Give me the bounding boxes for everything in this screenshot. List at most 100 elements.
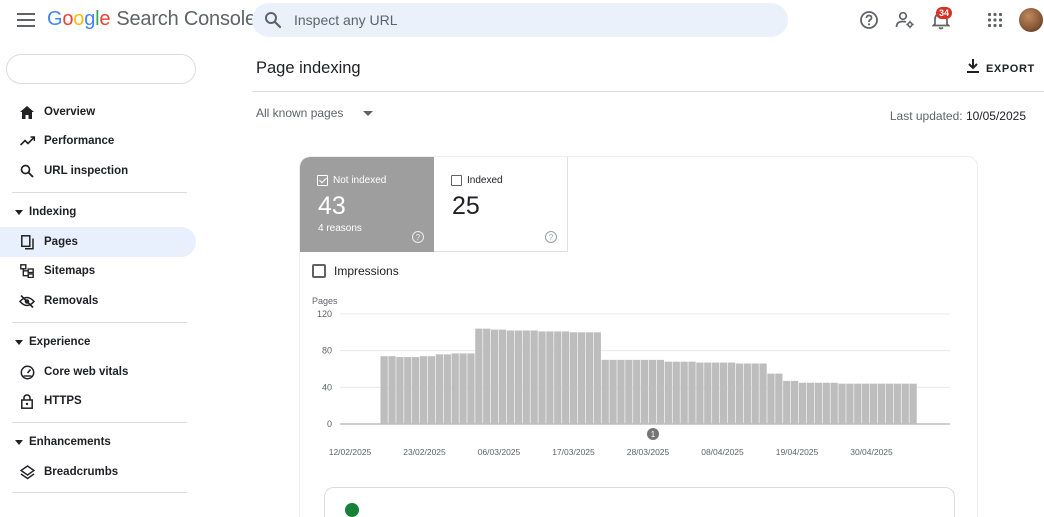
section-experience-toggle[interactable]: Experience: [0, 327, 196, 357]
chart-bar: [585, 332, 594, 424]
last-updated: Last updated: 10/05/2025: [890, 109, 1026, 123]
tile-checkbox[interactable]: [317, 175, 328, 186]
sidebar-item-label: HTTPS: [44, 395, 82, 407]
tile-label: Indexed: [467, 175, 503, 186]
sidebar-item-breadcrumbs[interactable]: Breadcrumbs: [0, 457, 196, 487]
top-bar: Google Search Console 34: [0, 0, 1044, 40]
chart-bar: [483, 328, 491, 424]
chart-bar: [719, 362, 728, 424]
sidebar-item-sitemaps[interactable]: Sitemaps: [0, 256, 196, 286]
pages-filter-dropdown[interactable]: All known pages: [256, 106, 374, 120]
sidebar-item-url-inspection[interactable]: URL inspection: [0, 156, 196, 186]
sidebar-item-label: Performance: [44, 135, 115, 147]
chart-bar: [648, 359, 657, 424]
search-icon: [264, 11, 282, 29]
chart-bar: [459, 353, 467, 424]
chart-bar: [901, 383, 909, 424]
chart-bar: [656, 359, 665, 424]
chart-bar: [498, 329, 507, 424]
menu-icon[interactable]: [16, 10, 36, 30]
chart-bar: [443, 354, 451, 424]
tile-checkbox[interactable]: [451, 175, 462, 186]
section-title: Indexing: [29, 206, 77, 218]
section-enhancements-toggle[interactable]: Enhancements: [0, 427, 196, 457]
sidebar-item-label: Sitemaps: [44, 265, 96, 277]
section-indexing-toggle[interactable]: Indexing: [0, 197, 196, 227]
chart-bar: [427, 356, 436, 424]
chart-bar: [783, 380, 791, 424]
x-tick-label: 23/02/2025: [403, 447, 446, 457]
sidebar-item-pages[interactable]: Pages: [0, 227, 196, 257]
app-logo[interactable]: Google Search Console: [47, 8, 256, 31]
chart-bar: [822, 382, 830, 424]
sidebar-item-overview[interactable]: Overview: [0, 97, 196, 127]
x-tick-label: 08/04/2025: [701, 447, 744, 457]
url-inspect-search[interactable]: [252, 3, 788, 37]
chart-bar: [909, 383, 917, 424]
sidebar-item-label: Core web vitals: [44, 366, 129, 378]
chart-bar: [798, 382, 807, 424]
export-button[interactable]: EXPORT: [966, 58, 1035, 79]
chart-bar: [791, 380, 799, 424]
notification-badge: 34: [936, 7, 953, 19]
chart-bar: [601, 359, 609, 424]
chart-bar: [877, 383, 886, 424]
chart-bar: [885, 383, 894, 424]
y-tick-label: 40: [322, 382, 332, 392]
reasons-summary-card[interactable]: [324, 487, 955, 517]
apps-grid-icon[interactable]: [984, 9, 1006, 31]
impressions-checkbox[interactable]: [312, 264, 326, 278]
sidebar-item-label: URL inspection: [44, 165, 129, 177]
chart-bar: [404, 357, 412, 424]
lock-icon: [19, 393, 35, 409]
filter-value: All known pages: [256, 106, 344, 120]
search-input[interactable]: [294, 3, 774, 37]
eye-off-icon: [19, 293, 35, 309]
collapse-triangle-icon: [15, 439, 23, 445]
property-selector[interactable]: [6, 54, 196, 84]
x-tick-label: 17/03/2025: [552, 447, 595, 457]
y-axis-label: Pages: [312, 296, 338, 306]
tile-value: 25: [452, 192, 480, 220]
sidebar-item-performance[interactable]: Performance: [0, 126, 196, 156]
tile-indexed[interactable]: Indexed 25 ?: [434, 157, 568, 252]
chart-bar: [506, 330, 515, 424]
tile-not-indexed[interactable]: Not indexed 43 4 reasons ?: [300, 157, 434, 252]
chart-bar: [388, 356, 396, 424]
x-tick-label: 28/03/2025: [627, 447, 670, 457]
header-divider: [252, 91, 1044, 92]
impressions-toggle[interactable]: Impressions: [312, 264, 399, 278]
sidebar-item-core-web-vitals[interactable]: Core web vitals: [0, 357, 196, 387]
chart-bar: [617, 359, 625, 424]
chart-bar: [854, 383, 862, 424]
home-icon: [19, 104, 35, 120]
avatar[interactable]: [1019, 8, 1043, 32]
y-tick-label: 0: [327, 419, 332, 429]
search-icon: [19, 163, 35, 179]
sidebar-item-label: Overview: [44, 106, 96, 118]
help-icon[interactable]: [858, 9, 880, 31]
x-tick-label: 06/03/2025: [478, 447, 521, 457]
section-title: Enhancements: [29, 436, 111, 448]
chart-bar: [467, 353, 475, 424]
x-tick-label: 30/04/2025: [850, 447, 893, 457]
chart-bar: [562, 331, 570, 424]
product-name: Search Console: [116, 8, 256, 30]
gauge-icon: [19, 364, 35, 380]
chart-bar: [767, 373, 775, 424]
indexing-card: Not indexed 43 4 reasons ? Indexed 25 ? …: [300, 157, 977, 517]
sidebar-item-removals[interactable]: Removals: [0, 286, 196, 316]
sidebar-item-https[interactable]: HTTPS: [0, 386, 196, 416]
chart-bar: [862, 383, 870, 424]
chart-bar: [680, 361, 688, 424]
chart-bar: [806, 382, 815, 424]
section-title: Experience: [29, 336, 91, 348]
chart-bar: [846, 383, 854, 424]
page-title: Page indexing: [256, 59, 361, 77]
chart-bar: [569, 332, 578, 424]
help-circle-icon[interactable]: ?: [412, 231, 424, 243]
chart-bar: [775, 373, 783, 424]
manage-users-icon[interactable]: [894, 9, 916, 31]
help-circle-icon[interactable]: ?: [545, 231, 557, 243]
chart-bar: [688, 361, 696, 424]
